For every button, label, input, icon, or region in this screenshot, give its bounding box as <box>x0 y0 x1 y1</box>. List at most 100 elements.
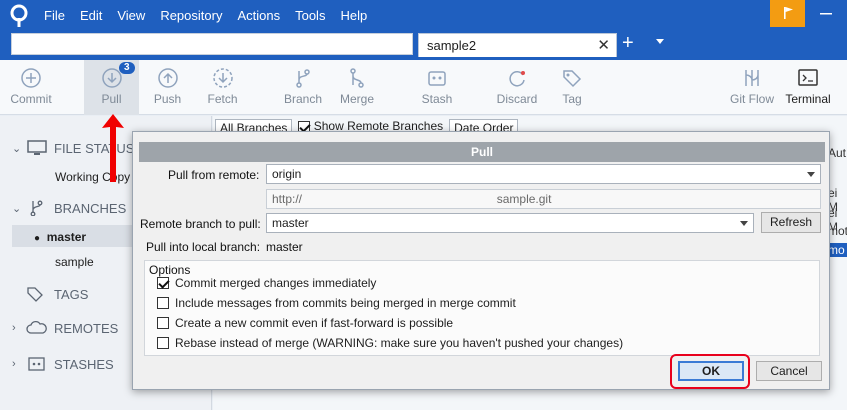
cloud-icon <box>26 320 47 334</box>
sidebar-section-stashes[interactable]: › STASHES <box>12 356 114 372</box>
options-label: Options <box>149 263 191 277</box>
option-checkbox[interactable] <box>157 297 169 309</box>
commit-button[interactable]: Commit <box>0 60 62 115</box>
remote-branch-value: master <box>272 216 309 230</box>
stash-button[interactable]: Stash <box>415 60 459 115</box>
menu-file[interactable]: File <box>44 8 65 23</box>
monitor-icon <box>27 140 47 155</box>
tag-button[interactable]: Tag <box>556 60 588 115</box>
remote-select-value: origin <box>272 167 302 181</box>
column-header-fragment: Aut <box>828 146 847 160</box>
branches-label: BRANCHES <box>54 200 127 216</box>
option-label: Include messages from commits being merg… <box>175 296 516 310</box>
pull-label: Pull <box>101 92 122 106</box>
sidebar-section-branches[interactable]: ⌄ BRANCHES <box>12 200 126 216</box>
sidebar-item-sample[interactable]: sample <box>55 255 94 269</box>
remote-url-field: http:// sample.git <box>266 189 821 209</box>
option-commit-immediately[interactable]: Commit merged changes immediately <box>157 276 376 290</box>
branch-icon <box>30 200 43 216</box>
menu-help[interactable]: Help <box>340 8 367 23</box>
stash-icon <box>428 71 446 86</box>
remotes-label: REMOTES <box>54 320 119 336</box>
branch-label: Branch <box>283 92 323 106</box>
tab-redacted[interactable] <box>11 33 413 55</box>
tab-dropdown-icon[interactable] <box>656 39 664 44</box>
close-tab-icon[interactable]: ✕ <box>597 36 610 54</box>
menu-view[interactable]: View <box>117 8 145 23</box>
remote-select[interactable]: origin <box>266 164 821 184</box>
local-branch-label: Pull into local branch: <box>146 240 261 254</box>
dialog-title: Pull <box>139 142 825 162</box>
pull-count-badge: 3 <box>119 62 135 74</box>
push-label: Push <box>153 92 182 106</box>
discard-button[interactable]: Discard <box>494 60 540 115</box>
new-tab-button[interactable]: + <box>622 32 634 55</box>
tab-label: sample2 <box>427 38 477 53</box>
merge-icon <box>350 68 364 88</box>
tag-icon <box>563 70 582 88</box>
sidebar-section-remotes[interactable]: › REMOTES <box>12 320 118 336</box>
tags-label: TAGS <box>54 286 89 302</box>
remote-branch-label: Remote branch to pull: <box>140 217 261 231</box>
remote-url-prefix: http:// <box>272 192 303 206</box>
arrow-up-circle-icon <box>157 68 178 88</box>
git-flow-label: Git Flow <box>729 92 774 106</box>
push-button[interactable]: Push <box>145 60 190 115</box>
merge-label: Merge <box>339 92 374 106</box>
terminal-label: Terminal <box>785 92 831 106</box>
menu-edit[interactable]: Edit <box>80 8 102 23</box>
branch-button[interactable]: Branch <box>279 60 327 115</box>
toolbar: Commit 3 Pull Push Fetch Branch Merge St… <box>0 60 847 115</box>
merge-button[interactable]: Merge <box>334 60 380 115</box>
pull-button[interactable]: 3 Pull <box>84 60 139 115</box>
sidebar-item-master[interactable]: ● master <box>34 230 86 244</box>
git-flow-button[interactable]: Git Flow <box>727 60 777 115</box>
option-checkbox[interactable] <box>157 317 169 329</box>
local-branch-value: master <box>266 240 303 254</box>
chevron-right-icon: › <box>12 358 16 370</box>
option-new-commit[interactable]: Create a new commit even if fast-forward… <box>157 316 453 330</box>
chevron-down-icon: ⌄ <box>12 142 22 155</box>
discard-icon <box>509 71 525 87</box>
chevron-down-icon <box>740 221 748 226</box>
chevron-right-icon: › <box>12 322 16 334</box>
selected-row-fragment: mo <box>828 243 847 257</box>
branch-master-label: master <box>46 230 87 244</box>
menu-actions[interactable]: Actions <box>237 8 280 23</box>
ok-button[interactable]: OK <box>678 361 744 381</box>
terminal-button[interactable]: Terminal <box>782 60 834 115</box>
options-group: Options Commit merged changes immediatel… <box>144 260 820 356</box>
option-label: Commit merged changes immediately <box>175 276 377 290</box>
stash-label: Stash <box>421 92 453 106</box>
notification-flag-button[interactable] <box>770 0 805 27</box>
refresh-button[interactable]: Refresh <box>761 212 821 233</box>
red-arrow-annotation-icon <box>102 114 124 182</box>
menu-bar: File Edit View Repository Actions Tools … <box>44 8 382 23</box>
chevron-down-icon <box>807 172 815 177</box>
option-checkbox[interactable] <box>157 277 169 289</box>
minimize-icon[interactable] <box>812 6 842 21</box>
discard-label: Discard <box>496 92 538 106</box>
remote-branch-select[interactable]: master <box>266 213 754 233</box>
menu-tools[interactable]: Tools <box>295 8 325 23</box>
pull-from-remote-label: Pull from remote: <box>168 168 260 182</box>
pull-dialog: Pull Pull from remote: origin http:// sa… <box>132 131 830 390</box>
title-bar: File Edit View Repository Actions Tools … <box>0 0 847 60</box>
branch-icon <box>296 69 310 88</box>
stashes-label: STASHES <box>54 356 114 372</box>
flag-icon <box>784 7 793 19</box>
sidebar-section-tags[interactable]: TAGS <box>26 286 88 302</box>
option-include-messages[interactable]: Include messages from commits being merg… <box>157 296 516 310</box>
tag-label: Tag <box>562 92 582 106</box>
tab-sample2[interactable]: sample2 ✕ <box>418 33 617 57</box>
fetch-icon <box>212 68 233 88</box>
cancel-button[interactable]: Cancel <box>756 361 822 381</box>
option-rebase[interactable]: Rebase instead of merge (WARNING: make s… <box>157 336 623 350</box>
fetch-label: Fetch <box>207 92 238 106</box>
git-flow-icon <box>745 70 759 86</box>
menu-repository[interactable]: Repository <box>160 8 222 23</box>
author-fragment: mot <box>828 224 847 238</box>
fetch-button[interactable]: Fetch <box>200 60 245 115</box>
chevron-down-icon: ⌄ <box>12 202 22 215</box>
option-checkbox[interactable] <box>157 337 169 349</box>
